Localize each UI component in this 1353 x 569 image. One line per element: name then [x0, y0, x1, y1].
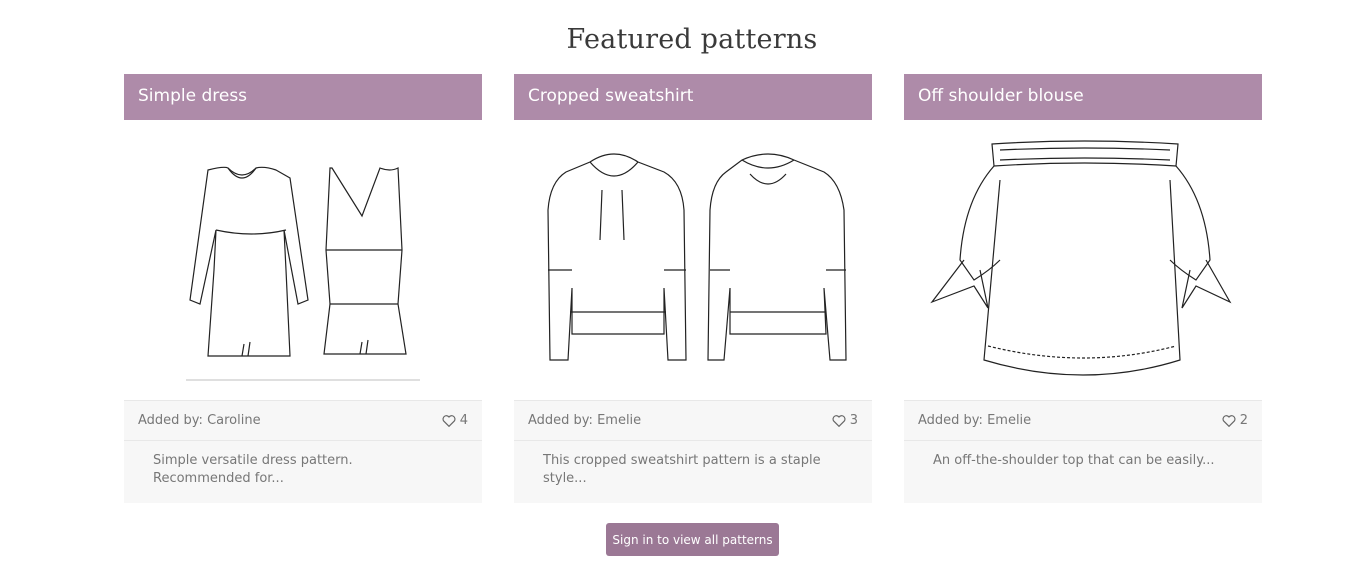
- pattern-card-off-shoulder-blouse[interactable]: Off shoulder blouse Added by: Emelie 2 A…: [904, 74, 1262, 503]
- card-title[interactable]: Off shoulder blouse: [904, 74, 1262, 120]
- card-description: An off-the-shoulder top that can be easi…: [933, 453, 1215, 468]
- added-by: Added by: Caroline: [138, 413, 261, 428]
- heart-outline-icon: [442, 415, 456, 427]
- added-by: Added by: Emelie: [918, 413, 1032, 428]
- card-description: This cropped sweatshirt pattern is a sta…: [543, 453, 821, 486]
- like-count: 4: [459, 413, 468, 428]
- like-count: 3: [849, 413, 858, 428]
- card-meta: Added by: Emelie 3: [514, 400, 872, 441]
- heart-outline-icon: [832, 415, 846, 427]
- like-button[interactable]: 2: [1222, 413, 1248, 428]
- sweatshirt-drawing[interactable]: [514, 120, 872, 400]
- added-by: Added by: Emelie: [528, 413, 642, 428]
- like-count: 2: [1239, 413, 1248, 428]
- blouse-drawing[interactable]: [904, 120, 1262, 400]
- dress-drawing[interactable]: [124, 120, 482, 400]
- card-meta: Added by: Caroline 4: [124, 400, 482, 441]
- sign-in-button[interactable]: Sign in to view all patterns: [606, 523, 779, 556]
- heart-outline-icon: [1222, 415, 1236, 427]
- like-button[interactable]: 4: [442, 413, 468, 428]
- pattern-card-simple-dress[interactable]: Simple dress Added by: Caroline 4 Simple…: [124, 74, 482, 503]
- pattern-card-cropped-sweatshirt[interactable]: Cropped sweatshirt Added by: Emelie 3 Th…: [514, 74, 872, 503]
- page-title: Featured patterns: [566, 24, 818, 55]
- card-title[interactable]: Simple dress: [124, 74, 482, 120]
- card-title[interactable]: Cropped sweatshirt: [514, 74, 872, 120]
- card-description: Simple versatile dress pattern. Recommen…: [153, 453, 353, 486]
- card-meta: Added by: Emelie 2: [904, 400, 1262, 441]
- like-button[interactable]: 3: [832, 413, 858, 428]
